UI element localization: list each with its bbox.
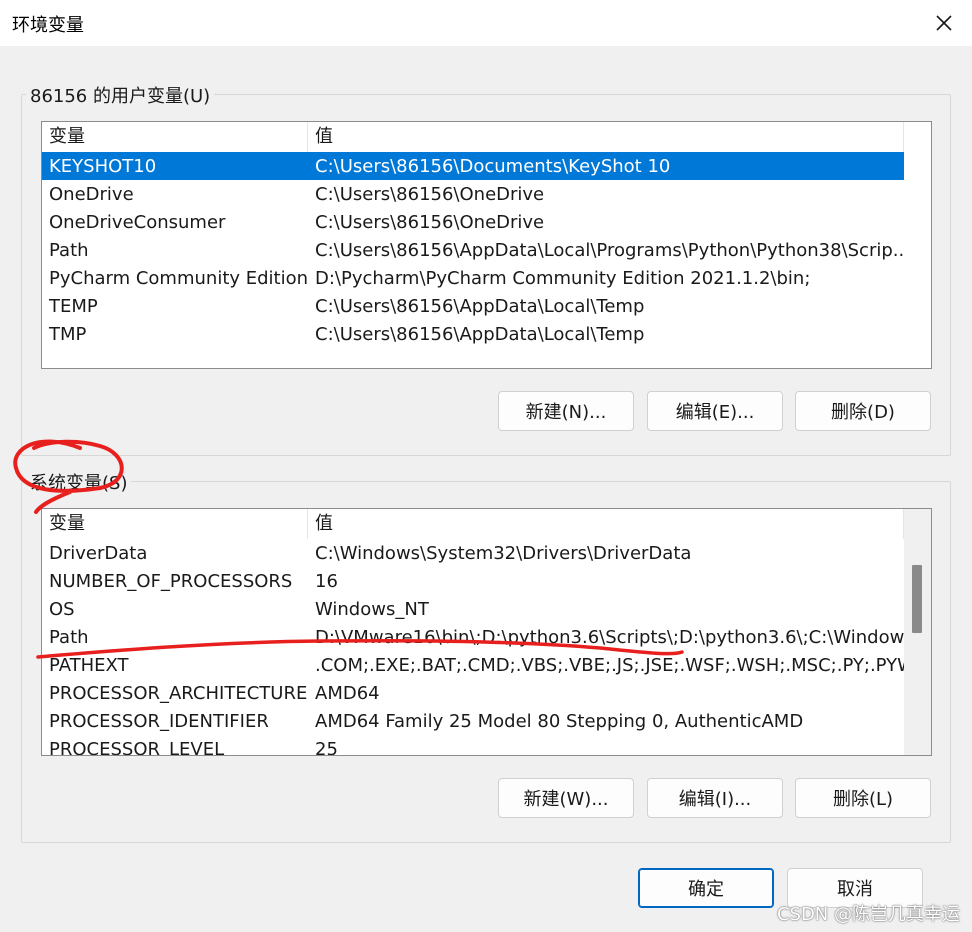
ok-button[interactable]: 确定 [638, 868, 774, 908]
variable-value-cell: C:\Users\86156\AppData\Local\Temp [315, 323, 645, 345]
variable-value-cell: C:\Users\86156\OneDrive [315, 183, 545, 205]
table-row[interactable]: TMP C:\Users\86156\AppData\Local\Temp [42, 320, 904, 348]
variable-name-cell: PyCharm Community Edition [49, 267, 308, 289]
user-delete-button[interactable]: 删除(D) [795, 391, 931, 431]
variable-value-cell: C:\Users\86156\OneDrive [315, 211, 545, 233]
variable-name-cell: PROCESSOR_LEVEL [49, 738, 225, 756]
variable-name-cell: OneDriveConsumer [49, 211, 226, 233]
system-variables-list[interactable]: 变量 值 DriverData C:\Windows\System32\Drive… [41, 508, 932, 756]
variable-value-cell: C:\Windows\System32\Drivers\DriverData [315, 542, 692, 564]
variable-name-cell: Path [49, 626, 89, 648]
table-row[interactable]: DriverData C:\Windows\System32\Drivers\Dr… [42, 539, 904, 567]
watermark: CSDN @陈岂几真幸运 [776, 904, 960, 925]
scrollbar-thumb[interactable] [912, 565, 922, 633]
table-row[interactable]: OS Windows_NT [42, 595, 904, 623]
table-row[interactable]: KEYSHOT10 C:\Users\86156\Documents\KeySho… [42, 152, 904, 180]
variable-name-cell: PROCESSOR_IDENTIFIER [49, 710, 269, 732]
user-variables-label: 86156 的用户变量(U) [26, 82, 215, 108]
variable-name-cell: TEMP [49, 295, 98, 317]
variable-value-cell: Windows_NT [315, 598, 429, 620]
variable-value-cell: D:\Pycharm\PyCharm Community Edition 202… [315, 267, 811, 289]
user-new-button[interactable]: 新建(N)... [498, 391, 634, 431]
variable-name-cell: Path [49, 239, 89, 261]
column-header-variable[interactable]: 变量 [42, 122, 308, 152]
system-edit-button[interactable]: 编辑(I)... [647, 778, 783, 818]
table-row[interactable]: OneDriveConsumer C:\Users\86156\OneDrive [42, 208, 904, 236]
variable-value-cell: AMD64 [315, 682, 380, 704]
table-row[interactable]: Path D:\VMware16\bin\;D:\python3.6\Script… [42, 623, 904, 651]
variable-name-cell: PATHEXT [49, 654, 129, 676]
variable-name-cell: OneDrive [49, 183, 134, 205]
variable-name-cell: PROCESSOR_ARCHITECTURE [49, 682, 308, 704]
user-variables-list[interactable]: 变量 值 KEYSHOT10 C:\Users\86156\Documents\K… [41, 121, 932, 369]
table-row[interactable]: PATHEXT .COM;.EXE;.BAT;.CMD;.VBS;.VBE;.JS… [42, 651, 904, 679]
close-icon [936, 15, 952, 31]
table-row[interactable]: OneDrive C:\Users\86156\OneDrive [42, 180, 904, 208]
table-row[interactable]: TEMP C:\Users\86156\AppData\Local\Temp [42, 292, 904, 320]
variable-value-cell: .COM;.EXE;.BAT;.CMD;.VBS;.VBE;.JS;.JSE;.… [315, 654, 904, 676]
system-list-scrollbar[interactable] [904, 509, 931, 755]
variable-value-cell: 25 [315, 738, 338, 756]
table-row[interactable]: PROCESSOR_ARCHITECTURE AMD64 [42, 679, 904, 707]
system-delete-button[interactable]: 删除(L) [795, 778, 931, 818]
close-button[interactable] [916, 0, 972, 46]
variable-value-cell: C:\Users\86156\Documents\KeyShot 10 [315, 155, 671, 177]
user-edit-button[interactable]: 编辑(E)... [647, 391, 783, 431]
variable-value-cell: C:\Users\86156\AppData\Local\Temp [315, 295, 645, 317]
table-row[interactable]: PROCESSOR_IDENTIFIER AMD64 Family 25 Mode… [42, 707, 904, 735]
column-header-variable[interactable]: 变量 [42, 509, 308, 539]
title-bar: 环境变量 [0, 0, 972, 46]
variable-value-cell: C:\Users\86156\AppData\Local\Programs\Py… [315, 239, 904, 261]
system-new-button[interactable]: 新建(W)... [498, 778, 634, 818]
system-rows: DriverData C:\Windows\System32\Drivers\Dr… [42, 539, 904, 756]
variable-value-cell: D:\VMware16\bin\;D:\python3.6\Scripts\;D… [315, 626, 904, 648]
user-list-header: 变量 值 [42, 122, 904, 152]
system-variables-label: 系统变量(S) [26, 469, 132, 495]
variable-name-cell: NUMBER_OF_PROCESSORS [49, 570, 293, 592]
user-rows: KEYSHOT10 C:\Users\86156\Documents\KeySho… [42, 152, 904, 348]
variable-value-cell: 16 [315, 570, 338, 592]
column-header-value[interactable]: 值 [308, 509, 904, 539]
table-row[interactable]: NUMBER_OF_PROCESSORS 16 [42, 567, 904, 595]
table-row[interactable]: Path C:\Users\86156\AppData\Local\Program… [42, 236, 904, 264]
variable-name-cell: TMP [49, 323, 87, 345]
variable-value-cell: AMD64 Family 25 Model 80 Stepping 0, Aut… [315, 710, 804, 732]
table-row[interactable]: PyCharm Community Edition D:\Pycharm\PyCh… [42, 264, 904, 292]
variable-name-cell: KEYSHOT10 [49, 155, 157, 177]
column-header-value[interactable]: 值 [308, 122, 904, 152]
window-title: 环境变量 [12, 15, 84, 36]
variable-name-cell: DriverData [49, 542, 148, 564]
variable-name-cell: OS [49, 598, 75, 620]
table-row[interactable]: PROCESSOR_LEVEL 25 [42, 735, 904, 756]
system-list-header: 变量 值 [42, 509, 904, 539]
